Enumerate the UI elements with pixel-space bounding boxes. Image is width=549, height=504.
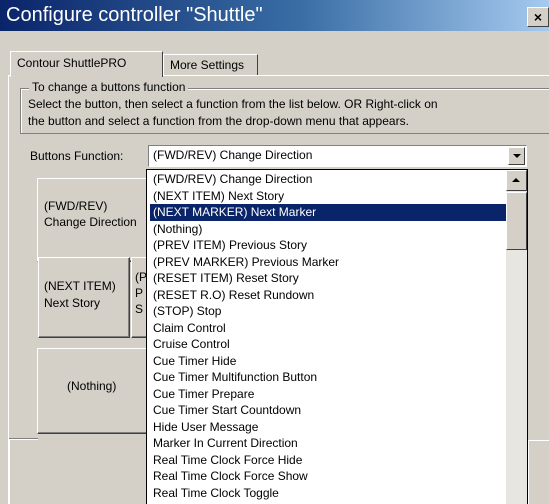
dropdown-option[interactable]: Real Time Clock Force Show xyxy=(150,468,506,485)
scroll-thumb[interactable] xyxy=(506,192,527,250)
dropdown-option[interactable]: (STOP) Stop xyxy=(150,303,506,320)
dropdown-option[interactable]: (PREV ITEM) Previous Story xyxy=(150,237,506,254)
dropdown-scrollbar[interactable] xyxy=(506,170,527,504)
dropdown-option[interactable]: Real Time Clock Toggle xyxy=(150,485,506,502)
close-icon: × xyxy=(533,9,543,25)
dropdown-option[interactable]: Hide User Message xyxy=(150,419,506,436)
close-button[interactable]: × xyxy=(527,7,549,27)
dropdown-option[interactable]: Marker In Current Direction xyxy=(150,435,506,452)
dropdown-option[interactable]: Cue Timer Hide xyxy=(150,353,506,370)
chevron-up-icon xyxy=(512,178,520,182)
dropdown-option[interactable]: Cue Timer Multifunction Button xyxy=(150,369,506,386)
dropdown-option[interactable]: Claim Control xyxy=(150,320,506,337)
scroll-up-button[interactable] xyxy=(506,170,527,191)
dropdown-option[interactable]: (RESET ITEM) Reset Story xyxy=(150,270,506,287)
dropdown-option[interactable]: Cue Timer Start Countdown xyxy=(150,402,506,419)
window-title: Configure controller "Shuttle" xyxy=(6,4,263,26)
tab-more-settings[interactable]: More Settings xyxy=(163,54,258,76)
dropdown-option[interactable]: (RESET R.O) Reset Rundown xyxy=(150,287,506,304)
dropdown-option[interactable]: Real Time Clock Force Hide xyxy=(150,452,506,469)
function-dropdown-list[interactable]: (FWD/REV) Change Direction (NEXT ITEM) Ne… xyxy=(146,169,528,504)
dropdown-option[interactable]: (NEXT MARKER) Next Marker xyxy=(150,204,506,221)
tab-contour-shuttlepro[interactable]: Contour ShuttlePRO xyxy=(10,51,163,77)
dropdown-option[interactable]: (NEXT ITEM) Next Story xyxy=(150,188,506,205)
dropdown-option[interactable]: (Nothing) xyxy=(150,221,506,238)
dropdown-option[interactable]: (PREV MARKER) Previous Marker xyxy=(150,254,506,271)
dropdown-option[interactable]: (FWD/REV) Change Direction xyxy=(150,171,506,188)
title-bar: Configure controller "Shuttle" × xyxy=(0,0,549,31)
dropdown-option[interactable]: Cruise Control xyxy=(150,336,506,353)
dropdown-option[interactable]: Cue Timer Prepare xyxy=(150,386,506,403)
